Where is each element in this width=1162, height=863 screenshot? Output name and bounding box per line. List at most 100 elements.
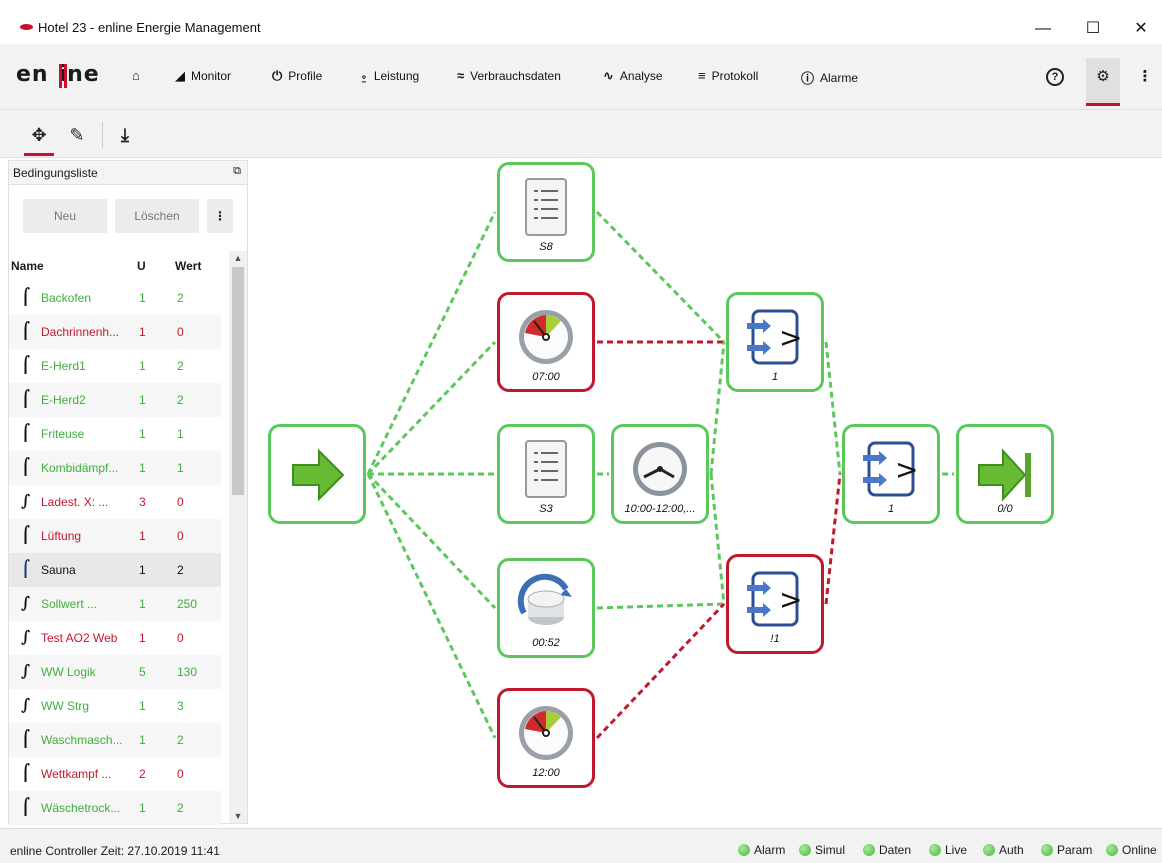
minimize-button[interactable]: — <box>1020 14 1066 44</box>
nav-profile[interactable]: ⏻ Profile <box>272 68 322 84</box>
list-item[interactable]: ⌠ Backofen 1 2 <box>9 281 221 315</box>
undock-icon[interactable]: ⧉ <box>233 165 241 178</box>
list-item[interactable]: ⌠ E-Herd2 1 2 <box>9 383 221 417</box>
list-item[interactable]: ⌠ Kombidämpf... 1 1 <box>9 451 221 485</box>
condition-value: 130 <box>177 665 198 679</box>
gauge-icon <box>516 703 576 763</box>
editor-toolbar: ✥ ✎ ⤓ <box>0 110 1162 158</box>
nav-analyse[interactable]: ∿ Analyse <box>603 68 663 84</box>
diagram-node-knob[interactable]: 00:52 <box>497 558 595 658</box>
condition-value: 2 <box>177 801 184 815</box>
list-item[interactable]: ⌠ Dachrinnenh... 1 0 <box>9 315 221 349</box>
end-arrow-icon <box>975 445 1035 505</box>
list-item[interactable]: ∫ Sollwert ... 1 250 <box>9 587 221 621</box>
condition-u: 1 <box>139 563 146 577</box>
download-icon[interactable]: ⤓ <box>108 118 142 152</box>
diagram-node-s8[interactable]: S8 <box>497 162 595 262</box>
condition-name: Dachrinnenh... <box>41 325 120 339</box>
nav-alarme[interactable]: ⓘ Alarme <box>801 68 858 87</box>
condition-name: Sauna <box>41 563 76 577</box>
list-item[interactable]: ⌠ Lüftung 1 0 <box>9 519 221 553</box>
settings-icon[interactable]: ⚙ <box>1086 58 1120 106</box>
compare-icon: > <box>745 307 805 367</box>
diagram-node-s3[interactable]: S3 <box>497 424 595 524</box>
list-item[interactable]: ∫ WW Strg 1 3 <box>9 689 221 723</box>
node-label: !1 <box>770 633 780 645</box>
nav-home[interactable]: ⌂ <box>132 68 140 83</box>
delete-button[interactable]: Löschen <box>115 199 199 233</box>
list-item[interactable]: ∫ Test AO2 Web 1 0 <box>9 621 221 655</box>
status-indicator-simul: Simul <box>799 843 845 857</box>
nav-verbrauchsdaten-label: Verbrauchsdaten <box>470 68 561 83</box>
connection-s8-cmp1 <box>595 210 726 344</box>
nav-protokoll-label: Protokoll <box>711 68 759 83</box>
condition-type-icon: ∫ <box>21 695 31 714</box>
list-item[interactable]: ⌠ Sauna 1 2 <box>9 553 221 587</box>
close-button[interactable]: ✕ <box>1118 14 1162 44</box>
maximize-button[interactable]: ☐ <box>1070 14 1116 44</box>
more-actions-button[interactable]: ⋮ <box>207 199 233 233</box>
condition-name: Friteuse <box>41 427 85 441</box>
status-led-icon <box>863 844 875 856</box>
nav-protokoll[interactable]: ≡ Protokoll <box>698 68 758 83</box>
svg-text:>: > <box>895 453 918 486</box>
condition-type-icon: ⌠ <box>21 763 31 782</box>
help-icon[interactable]: ? <box>1046 68 1064 86</box>
condition-u: 1 <box>139 427 146 441</box>
more-icon[interactable]: ⋮ <box>1128 62 1162 92</box>
diagram-node-cmp1[interactable]: >1 <box>726 292 824 392</box>
table-header: Name U Wert <box>9 243 221 279</box>
plug-icon: ⍛ <box>360 68 368 83</box>
diagram-node-gauge1[interactable]: 07:00 <box>497 292 595 392</box>
list-scrollbar[interactable]: ▲ ▼ <box>229 251 247 823</box>
nav-leistung[interactable]: ⍛ Leistung <box>360 68 419 84</box>
diagram-node-gauge2[interactable]: 12:00 <box>497 688 595 788</box>
column-u[interactable]: U <box>137 259 146 273</box>
list-item[interactable]: ∫ WW Logik 5 130 <box>9 655 221 689</box>
condition-type-icon: ∫ <box>21 627 31 646</box>
connection-clock-cmp1 <box>709 341 726 475</box>
diagram-node-end[interactable]: 0/0 <box>956 424 1054 524</box>
diagram-node-clock[interactable]: 10:00-12:00,... <box>611 424 709 524</box>
condition-name: Sollwert ... <box>41 597 98 611</box>
svg-text:>: > <box>779 321 802 354</box>
status-led-icon <box>1106 844 1118 856</box>
status-led-icon <box>929 844 941 856</box>
condition-type-icon: ⌠ <box>21 287 31 306</box>
status-led-icon <box>1041 844 1053 856</box>
logic-diagram-canvas[interactable]: S8 07:00 S3 10:00-12:00,... 00:52 12:00 >1 > !1 >… <box>256 158 1162 826</box>
list-item[interactable]: ⌠ Waschmasch... 1 2 <box>9 723 221 757</box>
scroll-thumb[interactable] <box>232 267 244 495</box>
status-indicator-label: Daten <box>879 843 912 857</box>
move-tool-icon[interactable]: ✥ <box>22 118 56 156</box>
main-menu-bar: en ine ⌂ ◢ Monitor ⏻ Profile ⍛ Leistung ≈… <box>0 44 1162 110</box>
compare-icon: > <box>745 569 805 629</box>
toolbar-divider <box>102 122 103 148</box>
list-item[interactable]: ⌠ E-Herd1 1 2 <box>9 349 221 383</box>
column-wert[interactable]: Wert <box>175 259 201 273</box>
diagram-node-cmp2[interactable]: > !1 <box>726 554 824 654</box>
condition-value: 2 <box>177 359 184 373</box>
scroll-up-icon[interactable]: ▲ <box>229 253 247 263</box>
list-item[interactable]: ∫ Ladest. X: ... 3 0 <box>9 485 221 519</box>
new-button[interactable]: Neu <box>23 199 107 233</box>
nav-monitor[interactable]: ◢ Monitor <box>175 68 231 84</box>
nav-verbrauchsdaten[interactable]: ≈ Verbrauchsdaten <box>457 68 561 83</box>
condition-u: 3 <box>139 495 146 509</box>
connection-cmp1-cmp3 <box>824 341 842 475</box>
condition-name: E-Herd2 <box>41 393 86 407</box>
list-item[interactable]: ⌠ Wäschetrock... 1 2 <box>9 791 221 825</box>
list-item[interactable]: ⌠ Friteuse 1 1 <box>9 417 221 451</box>
status-indicator-daten: Daten <box>863 843 911 857</box>
column-name[interactable]: Name <box>11 259 44 273</box>
edit-tool-icon[interactable]: ✎ <box>60 118 94 152</box>
diagram-node-cmp3[interactable]: >1 <box>842 424 940 524</box>
list-icon <box>516 177 576 237</box>
diagram-node-start[interactable] <box>268 424 366 524</box>
nav-analyse-label: Analyse <box>619 69 663 83</box>
scroll-down-icon[interactable]: ▼ <box>229 811 247 821</box>
status-led-icon <box>738 844 750 856</box>
list-item[interactable]: ⌠ Wettkampf ... 2 0 <box>9 757 221 791</box>
nav-alarme-label: Alarme <box>820 70 859 85</box>
condition-value: 0 <box>177 767 184 781</box>
